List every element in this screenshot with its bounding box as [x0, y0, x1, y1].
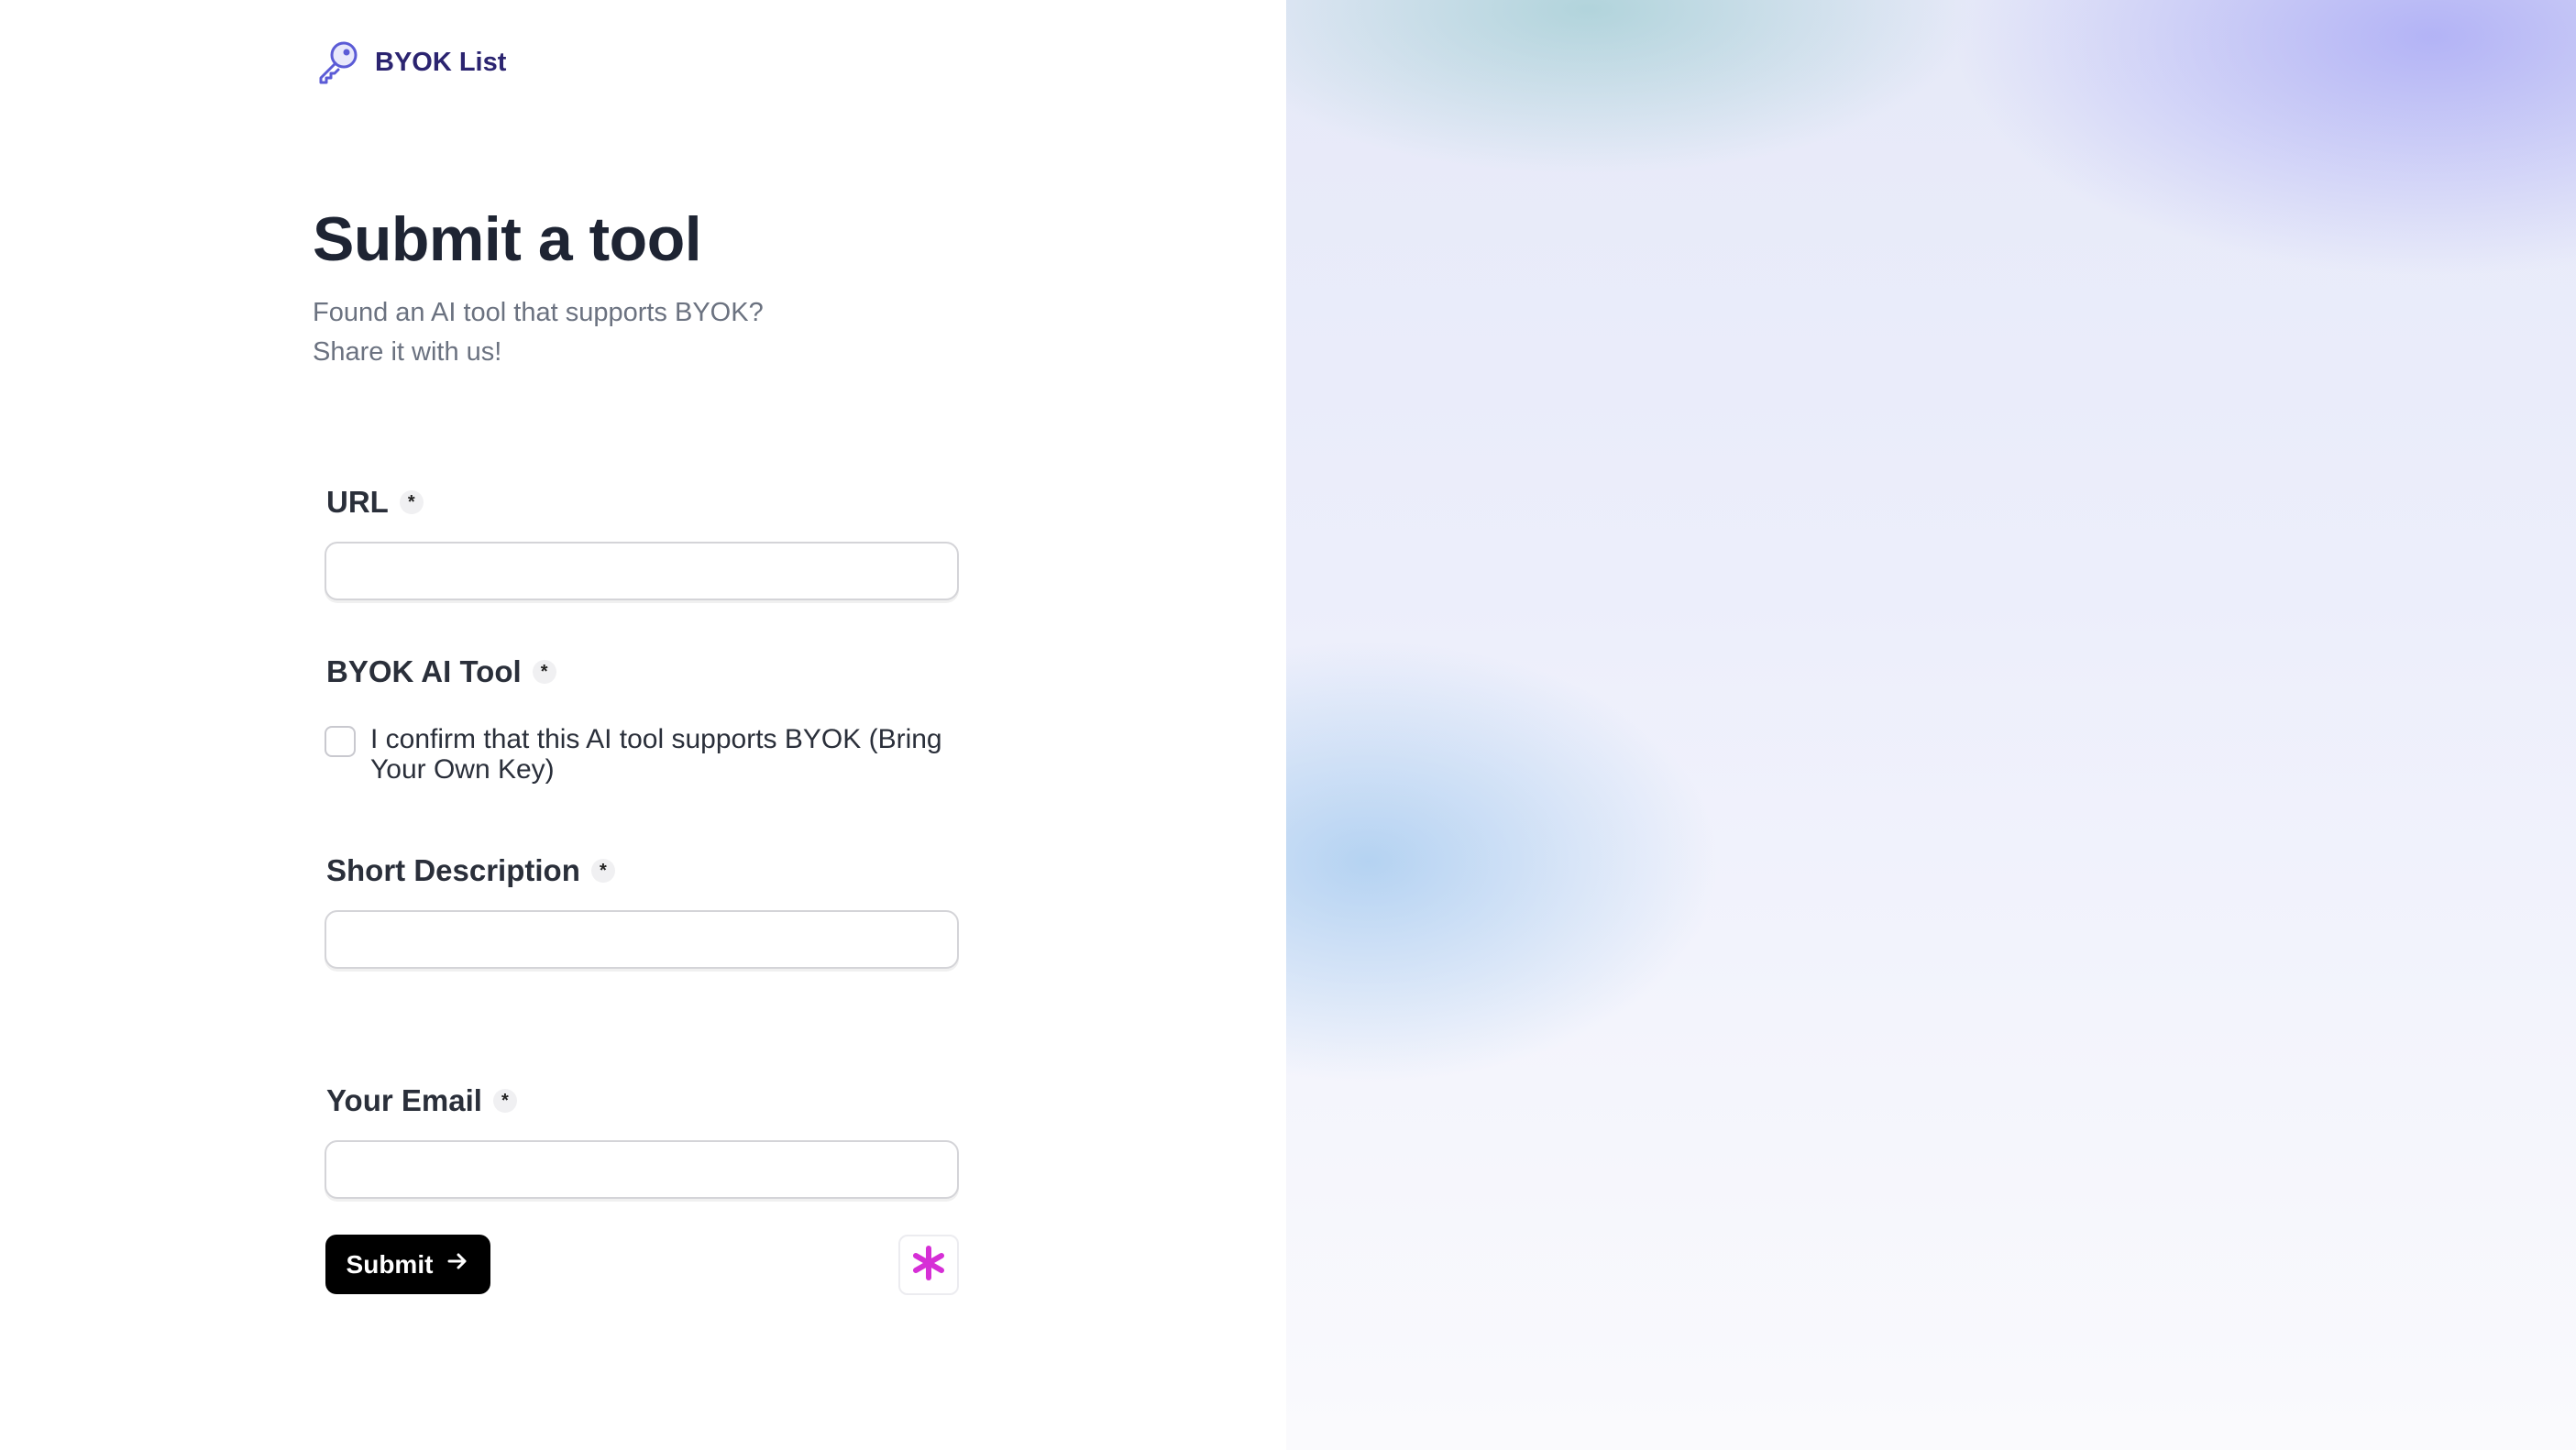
- submit-button[interactable]: Submit: [325, 1235, 490, 1294]
- description-label-text: Short Description: [326, 853, 580, 887]
- url-label-text: URL: [326, 485, 389, 519]
- brand-name: BYOK List: [375, 47, 507, 77]
- url-label: URL *: [326, 485, 424, 520]
- required-mark: *: [590, 859, 615, 883]
- submit-label: Submit: [346, 1249, 434, 1279]
- byok-confirm-checkbox[interactable]: [325, 726, 356, 757]
- byok-label: BYOK AI Tool *: [326, 654, 556, 689]
- brand-logo[interactable]: BYOK List: [314, 38, 506, 86]
- byok-confirm-label[interactable]: I confirm that this AI tool supports BYO…: [370, 724, 975, 785]
- page-subtitle: Found an AI tool that supports BYOK? Sha…: [313, 293, 764, 372]
- email-label-text: Your Email: [326, 1083, 482, 1117]
- asterisk-icon: [910, 1245, 947, 1286]
- url-input[interactable]: [325, 542, 959, 600]
- required-mark: *: [532, 660, 556, 684]
- key-icon: [314, 38, 362, 86]
- required-mark: *: [492, 1089, 517, 1113]
- required-mark: *: [399, 490, 424, 514]
- email-field[interactable]: [325, 1140, 959, 1199]
- email-label: Your Email *: [326, 1083, 517, 1118]
- decorative-gradient-panel: [1286, 0, 2576, 1450]
- subtitle-line-2: Share it with us!: [313, 337, 502, 367]
- form-provider-badge[interactable]: [898, 1235, 959, 1295]
- byok-label-text: BYOK AI Tool: [326, 654, 522, 688]
- subtitle-line-1: Found an AI tool that supports BYOK?: [313, 298, 764, 327]
- arrow-right-icon: [446, 1249, 469, 1280]
- byok-confirm-row: I confirm that this AI tool supports BYO…: [325, 724, 975, 785]
- description-input[interactable]: [325, 910, 959, 969]
- page-title: Submit a tool: [313, 204, 702, 274]
- form-panel: BYOK List Submit a tool Found an AI tool…: [0, 0, 1286, 1450]
- description-label: Short Description *: [326, 853, 615, 888]
